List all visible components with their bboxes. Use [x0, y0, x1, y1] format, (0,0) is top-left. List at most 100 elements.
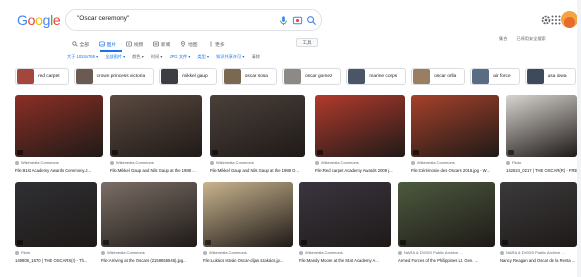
source-favicon-icon — [500, 250, 504, 255]
result-source[interactable]: Wikimedia Commons — [15, 160, 59, 165]
chip-label: mikkel gaup — [182, 74, 208, 79]
tab-videos[interactable]: 视频 — [126, 41, 143, 48]
result-title[interactable]: 142624_0217 | THE OSCAR(R) - FRE... — [506, 168, 577, 173]
result-source[interactable]: Wikimedia Commons — [299, 250, 343, 255]
collections-link[interactable]: 集合 — [499, 36, 507, 42]
image-result[interactable]: Flickr 142624_0217 | THE OSCAR(R) - FRE.… — [506, 95, 577, 178]
source-favicon-icon — [15, 160, 19, 165]
result-thumbnail[interactable] — [110, 95, 202, 157]
result-title[interactable]: File:Lukács István Oscar-díjas szakács.j… — [203, 258, 293, 263]
google-logo[interactable]: Google — [17, 12, 61, 28]
microphone-icon[interactable] — [278, 15, 289, 26]
result-title[interactable]: File:81st Academy Awards Ceremony.J... — [15, 168, 103, 173]
page-scrollbar[interactable] — [577, 0, 581, 277]
tab-maps[interactable]: 地图 — [180, 41, 198, 48]
result-source[interactable]: Wikimedia Commons — [110, 160, 154, 165]
result-source[interactable]: NARA & DVIDS Public Archive ... — [398, 250, 463, 255]
search-box[interactable]: "Oscar ceremony" — [65, 9, 322, 31]
google-images-page: Google "Oscar ceremony" 全部 图片 视频 新闻 地图 更… — [0, 0, 581, 277]
filter-all-images[interactable]: 全部图片 ▾ — [105, 54, 125, 60]
result-source[interactable]: Wikimedia Commons — [101, 250, 145, 255]
chip-marine-corps[interactable]: marine corps — [346, 68, 407, 85]
active-tab-indicator — [100, 50, 122, 52]
result-source[interactable]: Flickr — [15, 250, 31, 255]
tab-more[interactable]: 更多 — [208, 41, 225, 48]
filter-type[interactable]: 类型 ▾ — [197, 54, 209, 60]
image-result[interactable]: Wikimedia Commons File:Mikkel Gaup and N… — [210, 95, 305, 178]
image-result[interactable]: NARA & DVIDS Public Archive ... Armed Fo… — [398, 182, 495, 267]
chip-oscar-sosa[interactable]: oscar sosa — [221, 68, 277, 85]
result-title[interactable]: 149808_1670 | THE OSCARS(r) - Th... — [15, 258, 97, 263]
image-type-icon — [212, 150, 218, 155]
result-thumbnail[interactable] — [299, 182, 391, 247]
result-source[interactable]: Wikimedia Commons — [411, 160, 455, 165]
filter-size[interactable]: 大于 1024x768 ▾ — [67, 54, 98, 60]
image-result[interactable]: Wikimedia Commons File:81st Academy Awar… — [15, 95, 103, 178]
source-name: NARA & DVIDS Public Archive ... — [506, 250, 565, 255]
chip-thumbnail — [17, 69, 34, 84]
search-icon[interactable] — [306, 15, 317, 26]
tools-button[interactable]: 工具 — [296, 38, 318, 47]
result-title[interactable]: File:Cérémonie des Oscars 2016.jpg - W..… — [411, 168, 499, 173]
result-source[interactable]: Wikimedia Commons — [315, 160, 359, 165]
image-result[interactable]: Wikimedia Commons File:Mikkel Gaup and N… — [110, 95, 202, 178]
result-thumbnail[interactable] — [398, 182, 495, 247]
chip-red-carpet[interactable]: red carpet — [15, 68, 69, 85]
chip-usa-iowa[interactable]: usa iowa — [524, 68, 576, 85]
video-icon — [126, 41, 132, 47]
image-result[interactable]: Wikimedia Commons File:Lukács István Osc… — [203, 182, 293, 267]
result-source[interactable]: Wikimedia Commons — [203, 250, 247, 255]
result-source[interactable]: Flickr — [506, 160, 522, 165]
news-icon — [153, 41, 160, 47]
result-thumbnail[interactable] — [210, 95, 305, 157]
filter-license[interactable]: 知识共享许可 ▾ — [216, 54, 244, 60]
result-thumbnail[interactable] — [203, 182, 293, 247]
tab-news[interactable]: 新闻 — [153, 41, 170, 48]
result-title[interactable]: File:Mikkel Gaup and Nils Gaup at the 19… — [110, 168, 202, 173]
image-type-icon — [17, 150, 23, 155]
filter-color[interactable]: 颜色 ▾ — [132, 54, 144, 60]
safesearch-status-link[interactable]: 已停用安全搜索 — [516, 36, 545, 42]
result-thumbnail[interactable] — [411, 95, 499, 157]
filter-file-type[interactable]: JPG 文件 ▾ — [170, 54, 191, 60]
source-name: Wikimedia Commons — [417, 160, 455, 165]
result-source[interactable]: NARA & DVIDS Public Archive ... — [500, 250, 565, 255]
header-right-links: 集合 已停用安全搜索 — [499, 36, 546, 42]
tab-all[interactable]: 全部 — [72, 41, 89, 48]
related-searches-chips: red carpet crown princess victoria mikke… — [15, 68, 581, 86]
chip-oscar-gomez[interactable]: oscar gomez — [281, 68, 342, 85]
search-icon — [72, 41, 78, 47]
result-title[interactable]: Armed Forces of the Philippines Lt. Gen.… — [398, 258, 495, 263]
image-result[interactable]: NARA & DVIDS Public Archive ... Nancy Re… — [500, 182, 577, 267]
filter-time[interactable]: 时间 ▾ — [151, 54, 163, 60]
chip-air-force[interactable]: air force — [470, 68, 520, 85]
camera-lens-icon[interactable] — [292, 15, 303, 26]
result-source[interactable]: Wikimedia Commons — [210, 160, 254, 165]
result-thumbnail[interactable] — [315, 95, 405, 157]
source-name: NARA & DVIDS Public Archive ... — [404, 250, 463, 255]
chip-mikkel-gaup[interactable]: mikkel gaup — [159, 68, 217, 85]
filter-clear[interactable]: 清除 — [252, 54, 260, 60]
result-title[interactable]: File:Mandy Moore at the 81st Academy A..… — [299, 258, 391, 263]
search-input[interactable]: "Oscar ceremony" — [77, 15, 129, 22]
result-title[interactable]: Nancy Reagan and Oscar de la Renta ... — [500, 258, 577, 263]
image-result[interactable]: Wikimedia Commons File:Arriving at the O… — [101, 182, 197, 267]
result-thumbnail[interactable] — [500, 182, 577, 247]
image-result[interactable]: Wikimedia Commons File:Cérémonie des Osc… — [411, 95, 499, 178]
result-thumbnail[interactable] — [15, 95, 103, 157]
result-title[interactable]: File:Mikkel Gaup and Nils Gaup at the 19… — [210, 168, 305, 173]
result-title[interactable]: File:Red carpet Academy Awards 2009 j... — [315, 168, 405, 173]
chip-crown-princess-victoria[interactable]: crown princess victoria — [73, 68, 155, 85]
source-name: Wikimedia Commons — [305, 250, 343, 255]
image-result[interactable]: Flickr 149808_1670 | THE OSCARS(r) - Th.… — [15, 182, 97, 267]
chip-oscar-orlla[interactable]: oscar orlla — [411, 68, 466, 85]
result-thumbnail[interactable] — [101, 182, 197, 247]
account-avatar[interactable] — [561, 11, 578, 28]
result-thumbnail[interactable] — [506, 95, 577, 157]
image-result[interactable]: Wikimedia Commons File:Mandy Moore at th… — [299, 182, 391, 267]
source-favicon-icon — [203, 250, 207, 255]
result-thumbnail[interactable] — [15, 182, 97, 247]
result-title[interactable]: File:Arriving at the Oscars (2159655546)… — [101, 258, 197, 263]
image-result[interactable]: Wikimedia Commons File:Red carpet Academ… — [315, 95, 405, 178]
tab-images[interactable]: 图片 — [99, 41, 116, 48]
